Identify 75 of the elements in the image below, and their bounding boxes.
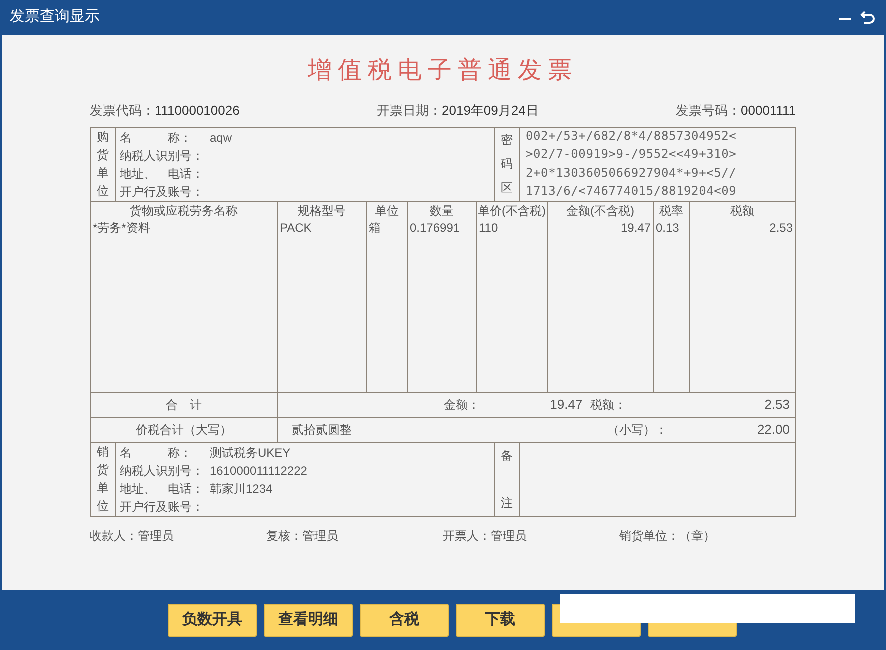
cipher-line: 2+0*1303605066927904*+9+<5// (526, 164, 738, 182)
column-header: 金额(不含税) (566, 202, 636, 220)
field-value: 韩家川1234 (210, 480, 273, 498)
meta-value: 2019年09月24日 (442, 102, 539, 120)
signature-label: 收款人： (90, 528, 138, 544)
side-label: 购 (97, 128, 109, 146)
side-label: 单 (97, 480, 109, 498)
field-label: 纳税人识别号： (120, 462, 205, 480)
meta-value: 00001111 (741, 102, 796, 120)
column-header: 单位 (374, 202, 400, 220)
table-cell-text: PACK (279, 220, 313, 236)
column-header: 单价(不含税) (477, 202, 547, 220)
grand-total-value: 22.00 (757, 420, 790, 439)
action-button[interactable]: 查看明细 (264, 604, 353, 636)
cipher-line: 1713/6/<746774015/8819204<09 (526, 182, 738, 200)
column-header: 货物或应税劳务名称 (129, 202, 239, 220)
cipher-line: 002+/53+/682/8*4/8857304952< (526, 128, 738, 146)
amount-value: 19.47 (550, 396, 583, 414)
side-label: 区 (501, 180, 513, 198)
meta-label: 发票代码： (90, 102, 155, 120)
field-label: 纳税人识别号： (120, 148, 205, 164)
back-icon[interactable] (860, 10, 876, 26)
field-value: aqw (210, 130, 232, 146)
tax-label: 税额： (590, 396, 627, 414)
field-label: 开户行及账号： (120, 498, 205, 516)
side-label: 货 (97, 146, 109, 164)
table-cell-text: 2.53 (768, 220, 794, 236)
table-cell-text: 110 (478, 220, 500, 236)
side-label: 备 (501, 448, 513, 464)
total-label: 合 计 (166, 396, 202, 414)
column-header: 数量 (429, 202, 455, 220)
table-cell-text: 0.176991 (409, 220, 462, 236)
field-value: 测试税务UKEY (210, 444, 291, 462)
side-label: 货 (97, 462, 109, 479)
field-label: 名 称： (120, 444, 193, 462)
table-cell-text: 19.47 (620, 220, 652, 236)
window-title: 发票查询显示 (10, 7, 100, 28)
signature-value: 管理员 (302, 528, 338, 544)
table-cell-text: *劳务*资料 (92, 220, 152, 236)
field-value: 161000011112222 (210, 462, 308, 480)
side-label: 注 (501, 494, 513, 512)
signature-label: 开票人： (443, 528, 491, 544)
table-cell-text: 0.13 (655, 220, 680, 236)
cipher-line: >02/7-00919>9-/9552<<49+310> (526, 146, 738, 164)
meta-value: 111000010026 (155, 102, 240, 120)
side-label: 位 (97, 183, 109, 200)
table-cell-text: 箱 (368, 220, 382, 236)
field-label: 名 称： (120, 130, 193, 146)
field-label: 开户行及账号： (120, 184, 205, 200)
signature-value: 管理员 (138, 528, 174, 544)
column-header: 规格型号 (297, 202, 347, 220)
side-label: 位 (97, 498, 109, 516)
signature-label: 复核： (266, 528, 302, 544)
column-header: 税额 (730, 202, 756, 220)
invoice-title: 增值税电子普通发票 (308, 56, 578, 86)
meta-label: 发票号码： (676, 102, 742, 120)
amount-in-words: 贰拾贰圆整 (292, 422, 352, 438)
amount-label: 金额： (444, 396, 480, 414)
field-label: 地址、 电话： (120, 480, 205, 498)
action-button[interactable]: 负数开具 (168, 604, 257, 636)
signature-value: 管理员 (491, 528, 527, 544)
tax-value: 2.53 (764, 396, 790, 414)
grand-total-label: 价税合计（大写） (136, 422, 232, 438)
signature-label: 销货单位： (620, 528, 680, 544)
side-label: 码 (501, 156, 513, 173)
side-label: 销 (97, 444, 109, 461)
side-label: 单 (97, 165, 109, 182)
action-button[interactable]: 含税 (360, 604, 449, 636)
small-label: （小写）： (607, 422, 668, 438)
meta-label: 开票日期： (377, 102, 442, 120)
action-button[interactable]: 下载 (456, 604, 545, 636)
column-header: 税率 (658, 202, 684, 220)
field-label: 地址、 电话： (120, 166, 205, 182)
signature-value: （章） (680, 528, 716, 544)
side-label: 密 (501, 132, 513, 149)
